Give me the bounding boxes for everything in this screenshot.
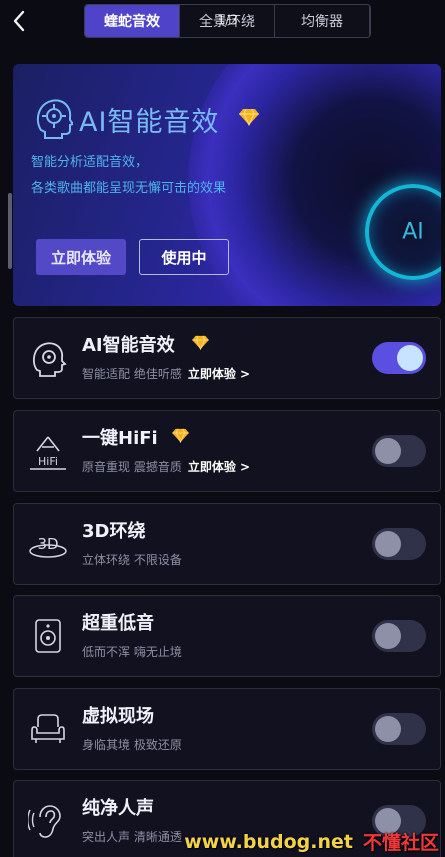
back-button[interactable] [6,6,32,36]
tab-label: 均衡器 [301,14,343,30]
effect-card-bass[interactable]: 超重低音 低而不浑 嗨无止境 [13,595,441,677]
ring-label: AI [402,219,424,245]
ai-head-icon [36,99,73,139]
tab-label: 全景环绕 [199,14,255,30]
tab-equalizer[interactable]: 均衡器 [275,5,370,37]
effect-title: 超重低音 [82,613,154,634]
in-use-button[interactable]: 使用中 [139,239,229,275]
try-now-link[interactable]: 立即体验 > [188,367,250,381]
vip-diamond-icon [192,335,209,350]
toggle-knob [397,345,423,371]
effect-title: AI智能音效 [82,335,175,356]
try-now-link[interactable]: 立即体验 > [188,460,250,474]
toggle-knob [375,531,401,557]
ear-icon [28,805,61,838]
effect-subtitle-text: 智能适配 绝佳听感 [82,367,182,381]
effect-subtitle-text: 原音重现 震撼音质 [82,460,182,474]
hifi-icon: HiFi [30,436,66,470]
effect-subtitle-text: 低而不浑 嗨无止境 [82,645,182,659]
effect-card-ai[interactable]: AI智能音效 智能适配 绝佳听感 立即体验 > [13,317,441,399]
effect-subtitle: 身临其境 极致还原 [82,736,182,753]
effect-card-virtual[interactable]: 虚拟现场 身临其境 极致还原 [13,688,441,770]
effect-subtitle: 原音重现 震撼音质 立即体验 > [82,458,250,475]
effect-toggle[interactable] [372,620,426,652]
toggle-knob [375,438,401,464]
toggle-knob [375,716,401,742]
watermark-name: 不懂社区 [362,832,439,854]
effect-title: 虚拟现场 [82,706,154,727]
effect-card-3d[interactable]: 3D 3D环绕 立体环绕 不限设备 [13,503,441,585]
armchair-icon [31,714,65,743]
scrollbar[interactable] [8,193,12,269]
tab-bar: 蝰蛇音效 全景环绕 均衡器 1/3 [84,4,371,38]
tab-panoramic-surround[interactable]: 全景环绕 [180,5,275,37]
banner-description-line: 智能分析适配音效， [31,155,149,170]
try-now-button[interactable]: 立即体验 [36,239,126,275]
tab-viper-effects[interactable]: 蝰蛇音效 [85,5,180,37]
watermark-url: www.budog.net [184,830,353,853]
effect-card-hifi[interactable]: HiFi 一键HiFi 原音重现 震撼音质 立即体验 > [13,410,441,492]
effect-subtitle: 低而不浑 嗨无止境 [82,643,182,660]
banner-description: 智能分析适配音效， 各类歌曲都能呈现无懈可击的效果 [31,150,226,202]
effect-title: 一键HiFi [82,428,158,449]
svg-text:HiFi: HiFi [38,455,58,468]
3d-surround-icon: 3D [29,535,67,558]
effect-title: 纯净人声 [82,798,154,819]
tab-label: 蝰蛇音效 [104,14,160,30]
effect-toggle[interactable] [372,528,426,560]
chevron-left-icon [13,10,25,32]
banner-title: AI智能音效 [79,107,220,138]
banner-description-line: 各类歌曲都能呈现无懈可击的效果 [31,181,227,196]
vip-diamond-icon [172,428,189,443]
toggle-knob [375,623,401,649]
effect-subtitle-text: 立体环绕 不限设备 [82,553,182,567]
effect-title: 3D环绕 [82,521,146,542]
effect-subtitle: 智能适配 绝佳听感 立即体验 > [82,365,250,382]
effect-toggle[interactable] [372,342,426,374]
speaker-icon [35,619,61,653]
svg-text:3D: 3D [37,535,58,553]
ai-effect-banner: AI AI智能音效 智能分析适配音效， 各类歌曲都能呈现无懈可击的效果 立即体验… [13,64,441,306]
header: 蝰蛇音效 全景环绕 均衡器 1/3 [0,0,445,44]
effect-toggle[interactable] [372,713,426,745]
ai-head-icon [32,342,67,377]
effect-subtitle: 立体环绕 不限设备 [82,551,182,568]
vip-diamond-icon [239,108,259,126]
effect-toggle[interactable] [372,435,426,467]
watermark: www.budog.net 不懂社区 [162,826,445,857]
effect-subtitle-text: 身临其境 极致还原 [82,738,182,752]
